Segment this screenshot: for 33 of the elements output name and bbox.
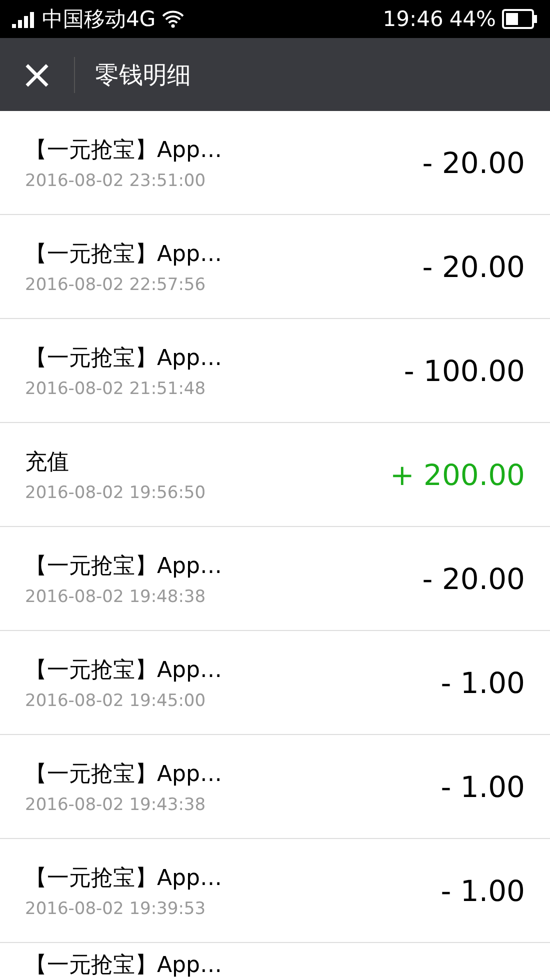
- transaction-amount: - 1.00: [440, 770, 525, 804]
- transaction-amount: - 20.00: [422, 250, 525, 284]
- transaction-title: 【一元抢宝】App…: [25, 136, 223, 164]
- transaction-title: 【一元抢宝】App…: [25, 552, 223, 580]
- transaction-amount: - 20.00: [422, 146, 525, 180]
- carrier-name: 中国移动4G: [42, 6, 156, 33]
- transaction-title: 【一元抢宝】App…: [25, 952, 223, 977]
- transaction-date: 2016-08-02 21:51:48: [25, 378, 207, 398]
- transaction-title: 充值: [25, 448, 70, 476]
- transaction-amount: - 100.00: [404, 354, 525, 388]
- transaction-amount: - 1.00: [440, 666, 525, 700]
- signal-icon: [12, 10, 36, 28]
- transaction-date: 2016-08-02 19:39:53: [25, 898, 207, 918]
- transaction-title: 【一元抢宝】App…: [25, 240, 223, 268]
- wifi-icon: [162, 10, 184, 28]
- transaction-date: 2016-08-02 19:45:00: [25, 690, 207, 710]
- transaction-amount: - 1.00: [440, 874, 525, 908]
- battery-percent: 44%: [449, 7, 496, 31]
- battery-icon: [502, 9, 538, 29]
- transaction-title: 【一元抢宝】App…: [25, 344, 223, 372]
- transaction-title: 【一元抢宝】App…: [25, 760, 223, 788]
- transaction-title: 【一元抢宝】App…: [25, 656, 223, 684]
- transaction-date: 2016-08-02 22:57:56: [25, 274, 207, 294]
- page-title: 零钱明细: [95, 60, 191, 90]
- transaction-date: 2016-08-02 19:56:50: [25, 482, 207, 502]
- transaction-date: 2016-08-02 23:51:00: [25, 170, 207, 190]
- clock-time: 19:46: [382, 7, 444, 31]
- transaction-date: 2016-08-02 19:43:38: [25, 794, 207, 814]
- close-button[interactable]: ×: [0, 38, 74, 111]
- transaction-date: 2016-08-02 19:48:38: [25, 586, 207, 606]
- transaction-amount: - 20.00: [422, 562, 525, 596]
- transaction-amount: + 200.00: [390, 458, 525, 492]
- transaction-title: 【一元抢宝】App…: [25, 864, 223, 892]
